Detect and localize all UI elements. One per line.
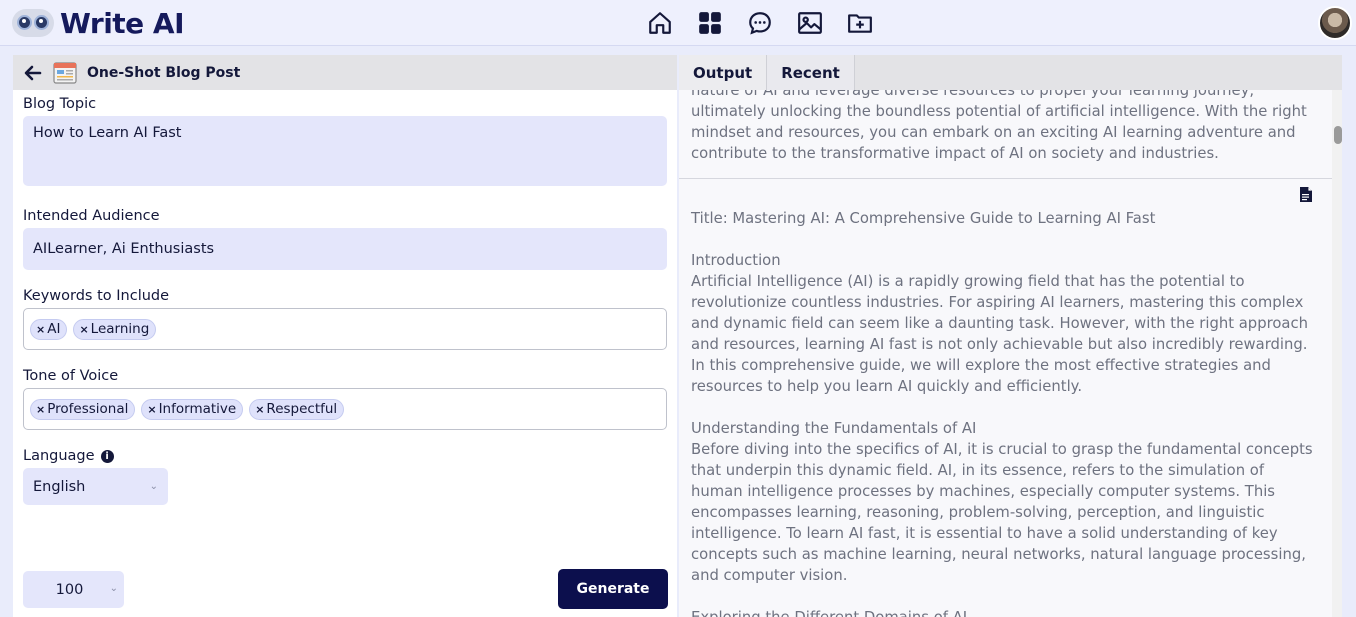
page-title: One-Shot Blog Post [87, 64, 241, 81]
recent-outputs-list: nature of AI and leverage diverse resour… [679, 90, 1332, 617]
language-label-row: Language i [23, 446, 667, 466]
brand-logo[interactable]: Write AI [10, 5, 185, 41]
blog-topic-input[interactable]: How to Learn AI Fast [23, 116, 667, 186]
remove-tag-icon[interactable]: × [36, 403, 45, 416]
chevron-down-icon: ⌄ [109, 583, 118, 594]
recent-output-entry: Title: Mastering AI: A Comprehensive Gui… [679, 208, 1332, 617]
keyword-tag: × Learning [73, 318, 157, 340]
audience-input[interactable]: AILearner, Ai Enthusiasts [23, 228, 667, 270]
language-label: Language [23, 448, 95, 464]
keyword-tag: × AI [30, 318, 68, 340]
section-body: Before diving into the specifics of AI, … [691, 441, 1313, 584]
section-heading: Introduction [691, 252, 781, 269]
user-avatar[interactable] [1318, 6, 1352, 40]
top-navbar: Write AI [0, 0, 1356, 46]
dashboard-grid-icon[interactable] [695, 8, 725, 38]
keywords-label: Keywords to Include [23, 288, 170, 304]
back-arrow-icon[interactable] [23, 63, 43, 83]
tab-output[interactable]: Output [679, 55, 768, 90]
section-body: Artificial Intelligence (AI) is a rapidl… [691, 273, 1308, 395]
copy-icon[interactable] [1299, 186, 1313, 203]
output-tabs: Output Recent [679, 55, 1342, 90]
robot-logo-icon [10, 6, 56, 40]
section-heading: Exploring the Different Domains of AI [691, 607, 1320, 617]
remove-tag-icon[interactable]: × [255, 403, 264, 416]
remove-tag-icon[interactable]: × [36, 323, 45, 336]
output-panel: Output Recent nature of AI and leverage … [679, 55, 1342, 617]
folder-add-icon[interactable] [845, 8, 875, 38]
info-icon[interactable]: i [100, 449, 114, 463]
generate-button[interactable]: Generate [558, 569, 668, 609]
blog-form: Blog Topic How to Learn AI Fast Intended… [13, 94, 677, 505]
remove-tag-icon[interactable]: × [79, 323, 88, 336]
keywords-tag-input[interactable]: × AI × Learning [23, 308, 667, 350]
tone-tag: × Informative [141, 398, 244, 420]
brand-name: Write AI [60, 6, 185, 40]
image-icon[interactable] [795, 8, 825, 38]
tone-tag-input[interactable]: × Professional × Informative × Respectful [23, 388, 667, 430]
panel-header: One-Shot Blog Post [13, 55, 677, 90]
entry-divider [679, 178, 1332, 179]
main-nav [645, 8, 875, 38]
section-heading: Understanding the Fundamentals of AI [691, 420, 977, 437]
output-title: Title: Mastering AI: A Comprehensive Gui… [691, 210, 1156, 227]
chevron-down-icon: ⌄ [149, 481, 158, 492]
recent-output-entry: nature of AI and leverage diverse resour… [691, 90, 1307, 162]
tone-tag: × Respectful [249, 398, 345, 420]
language-select[interactable]: English ⌄ [23, 468, 168, 505]
language-value: English [33, 478, 86, 495]
audience-label: Intended Audience [23, 208, 160, 224]
word-count-select[interactable]: 100 ⌄ [23, 571, 124, 608]
blog-form-panel: One-Shot Blog Post Blog Topic How to Lea… [13, 55, 677, 617]
blog-topic-label: Blog Topic [23, 96, 97, 112]
home-icon[interactable] [645, 8, 675, 38]
word-count-value: 100 [55, 581, 84, 598]
blog-post-template-icon [53, 61, 77, 85]
remove-tag-icon[interactable]: × [147, 403, 156, 416]
scrollbar[interactable] [1332, 90, 1342, 617]
tab-recent[interactable]: Recent [767, 55, 855, 90]
scrollbar-thumb[interactable] [1334, 126, 1342, 144]
tone-tag: × Professional [30, 398, 136, 420]
chat-icon[interactable] [745, 8, 775, 38]
tone-label: Tone of Voice [23, 368, 119, 384]
form-actions: 100 ⌄ Generate [23, 569, 668, 609]
